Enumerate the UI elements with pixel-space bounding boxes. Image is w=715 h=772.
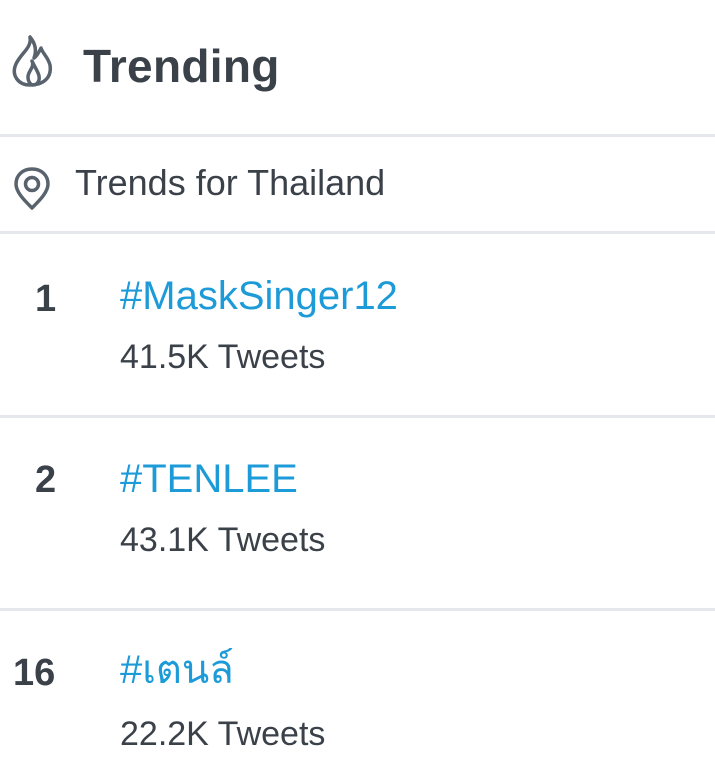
page-title: Trending (83, 40, 280, 92)
trend-item[interactable]: 2 #TENLEE 43.1K Tweets (0, 418, 715, 608)
trend-hashtag-link[interactable]: #TENLEE (120, 454, 298, 504)
trend-item[interactable]: 1 #MaskSinger12 41.5K Tweets (0, 234, 715, 416)
trend-rank: 1 (35, 278, 57, 320)
trend-tweet-count: 22.2K Tweets (120, 715, 326, 753)
trend-item[interactable]: 16 #เตนล์ 22.2K Tweets (0, 611, 715, 772)
trend-hashtag-link[interactable]: #MaskSinger12 (120, 271, 398, 321)
trend-rank: 16 (13, 652, 56, 694)
flame-icon (12, 35, 52, 87)
trend-tweet-count: 43.1K Tweets (120, 521, 326, 559)
trend-hashtag-link[interactable]: #เตนล์ (120, 645, 234, 695)
location-label: Trends for Thailand (75, 162, 386, 203)
trend-rank: 2 (35, 459, 57, 501)
trend-tweet-count: 41.5K Tweets (120, 338, 326, 376)
location-pin-icon (14, 167, 50, 210)
trending-header: Trending (0, 0, 715, 134)
